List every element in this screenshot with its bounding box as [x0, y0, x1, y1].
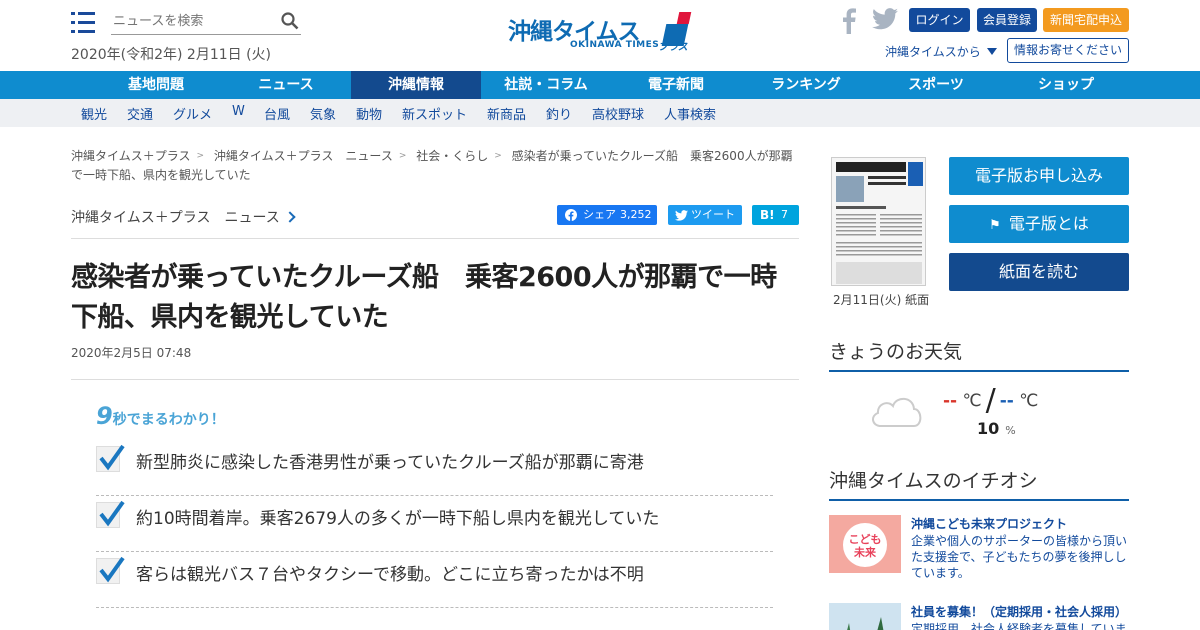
check-icon	[96, 500, 125, 528]
tweet-button[interactable]: ツイート	[668, 205, 742, 225]
sub-nav: 観光 交通 グルメ W 台風 気象 動物 新スポット 新商品 釣り 高校野球 人…	[0, 99, 1200, 127]
main-nav: 基地問題 ニュース 沖縄情報 社説・コラム 電子新聞 ランキング スポーツ ショ…	[0, 71, 1200, 99]
cloud-icon	[872, 397, 922, 427]
nav-item[interactable]: ランキング	[741, 71, 871, 99]
precipitation: 10%	[977, 419, 1016, 438]
register-button[interactable]: 会員登録	[977, 8, 1037, 32]
search-input[interactable]	[111, 8, 271, 34]
apply-digital-button[interactable]: 電子版お申し込み	[949, 157, 1129, 195]
svg-text:こども: こども	[849, 533, 882, 546]
subnav-item[interactable]: グルメ	[173, 104, 212, 123]
subnav-item[interactable]: 人事検索	[664, 104, 716, 123]
logo-en: OKINAWA TIMES	[570, 40, 660, 50]
nav-item[interactable]: ショップ	[1001, 71, 1131, 99]
subnav-item[interactable]: 観光	[81, 104, 107, 123]
subnav-item[interactable]: 新商品	[487, 104, 526, 123]
pickup-item[interactable]: こども 未来 沖縄こども未来プロジェクト 企業や個人のサポーターの皆様から頂いた…	[829, 515, 1129, 580]
breadcrumb-link[interactable]: 沖縄タイムス＋プラス	[71, 149, 191, 163]
twitter-icon	[675, 210, 688, 221]
published-date: 2020年2月5日 07:48	[71, 346, 192, 360]
category-link[interactable]: 沖縄タイムス＋プラス ニュース	[71, 207, 296, 227]
breadcrumb: 沖縄タイムス＋プラス > 沖縄タイムス＋プラス ニュース > 社会・くらし > 感染者…	[71, 149, 793, 182]
check-icon	[96, 444, 125, 472]
newspaper-thumbnail[interactable]	[831, 157, 926, 286]
shield-icon: ⚑	[989, 218, 1001, 233]
divider	[71, 379, 799, 380]
subnav-item[interactable]: 交通	[127, 104, 153, 123]
search-box	[111, 8, 301, 35]
hatena-icon: B!	[760, 208, 775, 222]
nav-item[interactable]: 社説・コラム	[481, 71, 611, 99]
summary-point: 客らは観光バス７台やタクシーで移動。どこに立ち寄ったかは不明	[96, 552, 773, 608]
facebook-icon	[565, 209, 577, 221]
facebook-share-button[interactable]: シェア 3,252	[557, 205, 657, 225]
site-logo[interactable]: 沖縄タイムス OKINAWA TIMES プラス	[508, 12, 1200, 94]
chevron-down-icon	[986, 48, 997, 55]
delivery-button[interactable]: 新聞宅配申込	[1043, 8, 1129, 32]
recruit-image	[829, 603, 901, 630]
summary-heading: 9秒でまるわかり！	[96, 402, 225, 430]
kodomo-mirai-image: こども 未来	[829, 515, 901, 573]
subnav-item[interactable]: 動物	[356, 104, 382, 123]
summary-point: 新型肺炎に感染した香港男性が乗っていたクルーズ船が那覇に寄港	[96, 440, 773, 496]
nav-item[interactable]: ニュース	[221, 71, 351, 99]
logo-plus-mark: プラス	[656, 12, 1200, 94]
facebook-icon[interactable]	[840, 8, 858, 34]
subnav-item[interactable]: 気象	[310, 104, 336, 123]
menu-icon[interactable]	[71, 12, 95, 33]
nav-item[interactable]: スポーツ	[871, 71, 1001, 99]
divider	[71, 238, 799, 239]
about-digital-button[interactable]: ⚑ 電子版とは	[949, 205, 1129, 243]
svg-text:未来: 未来	[853, 545, 877, 559]
pickup-heading: 沖縄タイムスのイチオシ	[829, 466, 1129, 501]
subnav-item[interactable]: 釣り	[546, 104, 572, 123]
from-times-dropdown[interactable]: 沖縄タイムスから	[885, 43, 997, 60]
check-icon	[96, 556, 125, 584]
subnav-item[interactable]: 台風	[264, 104, 290, 123]
paper-caption: 2月11日(火) 紙面	[833, 293, 930, 307]
info-submit-button[interactable]: 情報お寄せください	[1007, 38, 1129, 63]
subnav-item[interactable]: 新スポット	[402, 104, 467, 123]
login-button[interactable]: ログイン	[909, 8, 970, 32]
search-icon[interactable]	[281, 12, 299, 30]
temperature: -- ℃ / -- ℃	[943, 383, 1039, 418]
nav-item[interactable]: 基地問題	[91, 71, 221, 99]
current-date: 2020年(令和2年) 2月11日 (火)	[71, 47, 272, 63]
nav-item[interactable]: 電子新聞	[611, 71, 741, 99]
twitter-icon[interactable]	[872, 8, 898, 30]
read-paper-button[interactable]: 紙面を読む	[949, 253, 1129, 291]
chevron-right-icon	[284, 211, 296, 223]
subnav-item[interactable]: 高校野球	[592, 104, 644, 123]
subnav-item[interactable]: W	[232, 104, 245, 119]
breadcrumb-link[interactable]: 社会・くらし	[416, 149, 488, 163]
breadcrumb-link[interactable]: 沖縄タイムス＋プラス ニュース	[214, 149, 393, 163]
hatena-bookmark-button[interactable]: B! 7	[752, 205, 799, 225]
article-title: 感染者が乗っていたクルーズ船 乗客2600人が那覇で一時下船、県内を観光していた	[71, 262, 777, 333]
nav-item-active[interactable]: 沖縄情報	[351, 71, 481, 99]
pickup-item[interactable]: 社員を募集！（定期採用・社会人採用） 定期採用、社会人経験者を募集しています。	[829, 603, 1129, 630]
summary-point: 約10時間着岸。乗客2679人の多くが一時下船し県内を観光していた	[96, 496, 773, 552]
weather-heading: きょうのお天気	[829, 337, 1129, 372]
